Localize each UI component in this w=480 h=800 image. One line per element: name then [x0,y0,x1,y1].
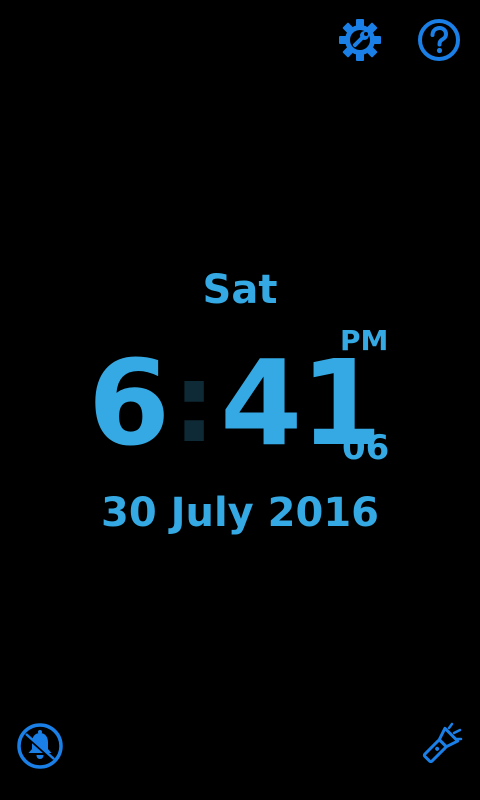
alarm-button[interactable] [16,722,64,770]
flashlight-button[interactable] [416,722,464,770]
settings-button[interactable] [336,16,384,64]
time-display: 6 : 41 [88,334,382,472]
am-pm-indicator: PM [340,324,389,357]
help-question-icon [418,19,460,61]
date-display: 30 July 2016 [101,490,379,536]
time-separator: : [172,339,217,467]
day-of-week: Sat [202,267,278,313]
clock-screen: Sat 6 : 41 PM 06 30 July 2016 [0,0,480,800]
seconds-display: 06 [342,428,390,468]
time-hours: 6 [88,334,170,472]
alarm-bell-icon [17,723,63,769]
settings-gear-icon [339,19,381,61]
flashlight-icon [422,722,463,764]
help-button[interactable] [415,16,463,64]
